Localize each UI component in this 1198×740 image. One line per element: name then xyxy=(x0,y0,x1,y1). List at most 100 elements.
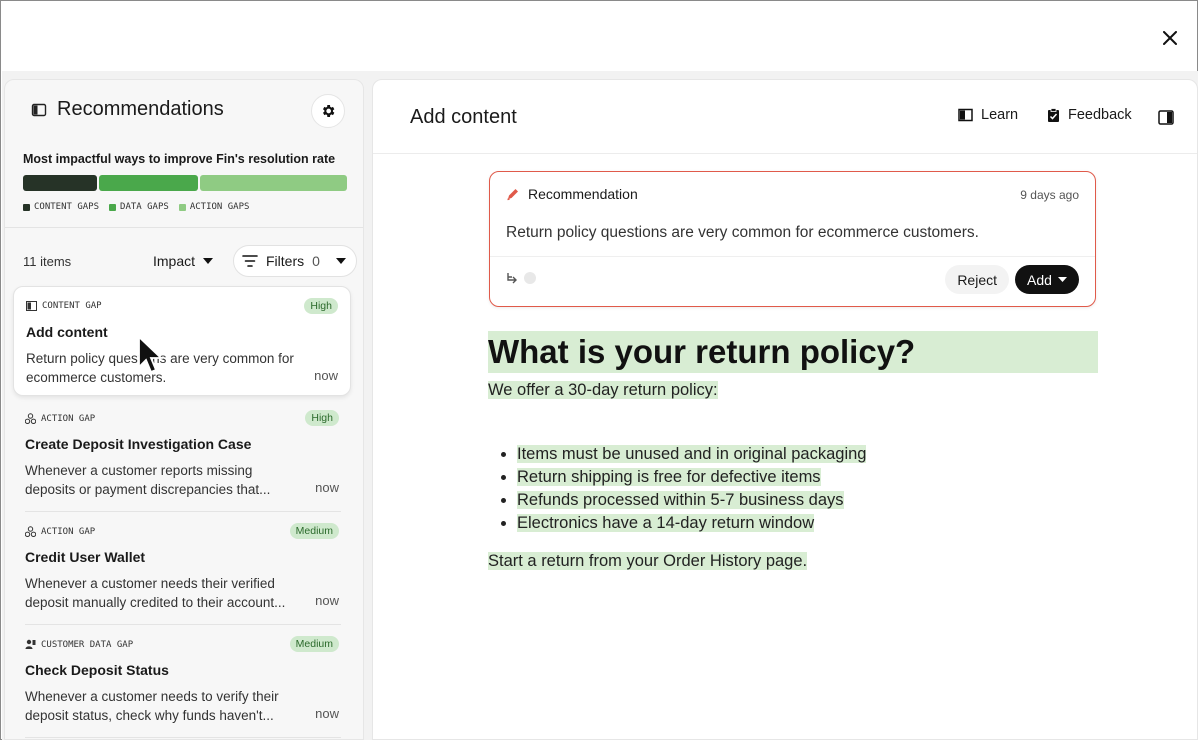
feedback-button[interactable]: Feedback xyxy=(1047,107,1132,123)
recommendation-card[interactable]: ACTION GAP High Create Deposit Investiga… xyxy=(13,399,351,509)
panel-toggle-icon[interactable] xyxy=(1158,110,1174,125)
card-title: Check Deposit Status xyxy=(25,662,169,678)
card-desc-line2: deposit manually credited to their accou… xyxy=(25,595,286,610)
recommendation-card[interactable]: CONTENT GAP High Add content Return poli… xyxy=(13,286,351,396)
learn-button[interactable]: Learn xyxy=(958,107,1018,123)
recommendation-header: Recommendation xyxy=(506,186,638,202)
workspace: Recommendations Most impactful ways to i… xyxy=(2,71,1198,740)
card-title: Add content xyxy=(26,324,108,340)
close-button[interactable] xyxy=(1159,27,1181,49)
action-icon xyxy=(25,413,36,424)
priority-badge: Medium xyxy=(289,636,339,652)
chevron-down-icon xyxy=(203,258,214,264)
article-outro-text: Start a return from your Order History p… xyxy=(488,552,808,570)
card-desc-line1: Whenever a customer reports missing xyxy=(25,463,253,478)
action-icon xyxy=(25,526,36,537)
card-title: Create Deposit Investigation Case xyxy=(25,436,252,452)
card-time: now xyxy=(315,706,339,721)
card-description: Whenever a customer needs to verify thei… xyxy=(25,687,305,725)
priority-badge: Medium xyxy=(289,523,339,539)
content-gaps-segment xyxy=(23,175,97,191)
list-toolbar: 11 items Impact Filters 0 xyxy=(23,245,357,277)
filters-button[interactable]: Filters 0 xyxy=(233,245,357,277)
card-description: Whenever a customer needs their verified… xyxy=(25,574,305,612)
bullet-text: Items must be unused and in original pac… xyxy=(517,445,867,463)
card-type: CONTENT GAP xyxy=(26,301,102,311)
impact-legend: CONTENT GAPS DATA GAPS ACTION GAPS xyxy=(23,202,249,212)
card-desc-line2: deposit status, check why funds haven't.… xyxy=(25,708,274,723)
items-count: 11 items xyxy=(23,254,72,269)
legend-action: ACTION GAPS xyxy=(189,202,250,212)
chevron-down-icon xyxy=(335,258,346,264)
card-time: now xyxy=(315,593,339,608)
divider xyxy=(5,227,363,228)
article-preview: What is your return policy? We offer a 3… xyxy=(488,331,1098,570)
list-item: Electronics have a 14-day return window xyxy=(517,512,866,535)
detail-panel: Add content Learn Feedback Recommendatio… xyxy=(372,79,1198,740)
filters-count: 0 xyxy=(312,253,320,269)
data-gaps-segment xyxy=(98,175,198,191)
bullet-text: Refunds processed within 5-7 business da… xyxy=(517,491,844,509)
article-bullets: Items must be unused and in original pac… xyxy=(517,443,867,535)
action-gaps-segment xyxy=(199,175,347,191)
card-type: ACTION GAP xyxy=(25,526,95,537)
add-button[interactable]: Add xyxy=(1015,265,1079,294)
customer-data-icon xyxy=(25,639,36,649)
card-desc-line2: deposits or payment discrepancies that..… xyxy=(25,482,271,497)
divider xyxy=(25,737,341,738)
sidebar-toggle-icon[interactable] xyxy=(31,102,47,118)
chevron-down-icon xyxy=(1057,277,1067,282)
recommendation-card[interactable]: CUSTOMER DATA GAP Medium Check Deposit S… xyxy=(13,625,351,735)
card-type: ACTION GAP xyxy=(25,413,95,424)
detail-title: Add content xyxy=(410,106,517,128)
card-type-label: ACTION GAP xyxy=(41,526,96,537)
legend-dot-content xyxy=(23,203,30,211)
close-icon xyxy=(1163,31,1177,45)
recommendation-label: Recommendation xyxy=(528,186,638,202)
add-label: Add xyxy=(1027,271,1052,288)
clipboard-icon xyxy=(1048,107,1059,122)
card-title: Credit User Wallet xyxy=(25,549,146,565)
settings-button[interactable] xyxy=(311,94,345,128)
card-type-label: ACTION GAP xyxy=(41,413,96,424)
list-item: Return shipping is free for defective it… xyxy=(517,466,866,489)
sort-select[interactable]: Impact xyxy=(153,253,214,269)
card-desc-line1: Whenever a customer needs their verified xyxy=(25,576,275,591)
card-type-label: CONTENT GAP xyxy=(42,301,102,311)
source-avatar xyxy=(524,272,536,284)
recommendation-source xyxy=(506,272,536,284)
legend-content: CONTENT GAPS xyxy=(34,202,100,212)
card-type-label: CUSTOMER DATA GAP xyxy=(41,639,134,650)
legend-dot-action xyxy=(178,203,186,211)
divider xyxy=(490,256,1095,257)
recommendations-panel: Recommendations Most impactful ways to i… xyxy=(4,79,364,740)
card-description: Whenever a customer reports missing depos… xyxy=(25,461,305,499)
detail-header: Add content Learn Feedback xyxy=(373,80,1197,154)
priority-badge: High xyxy=(305,410,339,426)
recommendation-text: Return policy questions are very common … xyxy=(506,224,979,241)
list-item: Items must be unused and in original pac… xyxy=(517,443,867,466)
reject-button[interactable]: Reject xyxy=(945,265,1009,294)
article-intro: We offer a 30-day return policy: xyxy=(488,381,718,400)
impact-title: Most impactful ways to improve Fin's res… xyxy=(23,152,336,166)
article-intro-text: We offer a 30-day return policy: xyxy=(488,381,718,399)
card-description: Return policy questions are very common … xyxy=(26,349,306,387)
panel-header: Recommendations xyxy=(5,80,363,140)
sort-label: Impact xyxy=(153,253,196,269)
impact-bar xyxy=(23,175,347,191)
bullet-text: Return shipping is free for defective it… xyxy=(517,468,821,486)
card-type: CUSTOMER DATA GAP xyxy=(25,639,133,650)
recommendation-box: Recommendation 9 days ago Return policy … xyxy=(489,171,1096,307)
filter-icon xyxy=(242,255,258,267)
modal-frame: Recommendations Most impactful ways to i… xyxy=(0,0,1198,740)
list-item: Refunds processed within 5-7 business da… xyxy=(517,489,866,512)
book-icon xyxy=(958,108,973,122)
branch-icon xyxy=(507,273,517,284)
filters-label: Filters xyxy=(266,253,305,269)
gear-icon xyxy=(323,105,335,117)
article-heading: What is your return policy? xyxy=(488,331,1098,373)
bullet-text: Electronics have a 14-day return window xyxy=(517,514,815,532)
recommendation-card[interactable]: ACTION GAP Medium Credit User Wallet Whe… xyxy=(13,512,351,622)
pencil-icon xyxy=(507,189,518,201)
mouse-cursor-icon xyxy=(138,336,163,374)
